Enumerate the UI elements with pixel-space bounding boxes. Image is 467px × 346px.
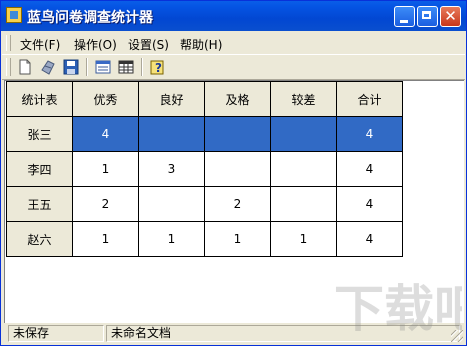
- table-cell[interactable]: 4: [336, 186, 403, 222]
- menu-operate[interactable]: 操作(O): [74, 36, 117, 53]
- app-icon: [6, 7, 22, 23]
- view-table-icon[interactable]: [117, 58, 135, 76]
- table-cell[interactable]: [138, 116, 205, 152]
- svg-text:?: ?: [155, 61, 162, 75]
- table-cell[interactable]: 2: [72, 186, 139, 222]
- table-header-row: 统计表 优秀 良好 及格 较差 合计: [6, 81, 403, 117]
- maximize-button[interactable]: [417, 6, 438, 27]
- table-cell[interactable]: [270, 186, 337, 222]
- table-cell[interactable]: 4: [336, 116, 403, 152]
- table-cell[interactable]: 1: [72, 221, 139, 257]
- column-header[interactable]: 合计: [336, 81, 403, 117]
- menu-settings[interactable]: 设置(S): [128, 36, 169, 53]
- save-icon[interactable]: [62, 58, 80, 76]
- table-cell[interactable]: 1: [270, 221, 337, 257]
- table-cell[interactable]: [270, 151, 337, 187]
- status-save-state: 未保存: [8, 325, 104, 342]
- row-header[interactable]: 李四: [6, 151, 73, 187]
- title-bar[interactable]: 蓝鸟问卷调查统计器 ✕: [1, 1, 466, 31]
- table-cell[interactable]: [204, 151, 271, 187]
- table-cell[interactable]: 1: [204, 221, 271, 257]
- help-icon[interactable]: ?: [149, 58, 167, 76]
- column-header[interactable]: 良好: [138, 81, 205, 117]
- table-row[interactable]: 王五 2 2 4: [6, 186, 403, 222]
- table-cell[interactable]: 1: [138, 221, 205, 257]
- table-cell[interactable]: [270, 116, 337, 152]
- watermark-logo: 下载吧: [330, 270, 467, 340]
- menu-bar: 文件(F) 操作(O) 设置(S) 帮助(H): [2, 32, 465, 55]
- column-header[interactable]: 较差: [270, 81, 337, 117]
- row-header[interactable]: 王五: [6, 186, 73, 222]
- table-row[interactable]: 赵六 1 1 1 1 4: [6, 221, 403, 257]
- toolbar-separator: [141, 58, 143, 76]
- close-button[interactable]: ✕: [440, 6, 461, 27]
- table-cell[interactable]: 4: [336, 221, 403, 257]
- watermark-text: 下载吧: [334, 280, 462, 338]
- column-header[interactable]: 优秀: [72, 81, 139, 117]
- table-cell[interactable]: 1: [72, 151, 139, 187]
- table-cell[interactable]: [204, 116, 271, 152]
- table-cell[interactable]: [138, 186, 205, 222]
- new-file-icon[interactable]: [16, 58, 34, 76]
- toolbar: ?: [2, 55, 465, 80]
- table-cell[interactable]: 3: [138, 151, 205, 187]
- column-header[interactable]: 及格: [204, 81, 271, 117]
- view-form-icon[interactable]: [94, 58, 112, 76]
- stats-table: 统计表 优秀 良好 及格 较差 合计 张三 4 4 李四 1 3 4 王五 2 …: [6, 81, 403, 257]
- row-header[interactable]: 张三: [6, 116, 73, 152]
- toolbar-grip[interactable]: [6, 58, 11, 76]
- table-cell[interactable]: 2: [204, 186, 271, 222]
- table-cell[interactable]: 4: [72, 116, 139, 152]
- toolbar-separator: [86, 58, 88, 76]
- close-icon: ✕: [444, 7, 457, 25]
- menu-grip[interactable]: [6, 35, 11, 51]
- minimize-button[interactable]: [394, 6, 415, 27]
- row-header[interactable]: 赵六: [6, 221, 73, 257]
- menu-file[interactable]: 文件(F): [20, 36, 60, 53]
- column-header[interactable]: 统计表: [6, 81, 73, 117]
- open-file-icon[interactable]: [39, 58, 57, 76]
- table-row[interactable]: 张三 4 4: [6, 116, 403, 152]
- window-title: 蓝鸟问卷调查统计器: [27, 10, 153, 26]
- table-row[interactable]: 李四 1 3 4: [6, 151, 403, 187]
- menu-help[interactable]: 帮助(H): [180, 36, 222, 53]
- table-cell[interactable]: 4: [336, 151, 403, 187]
